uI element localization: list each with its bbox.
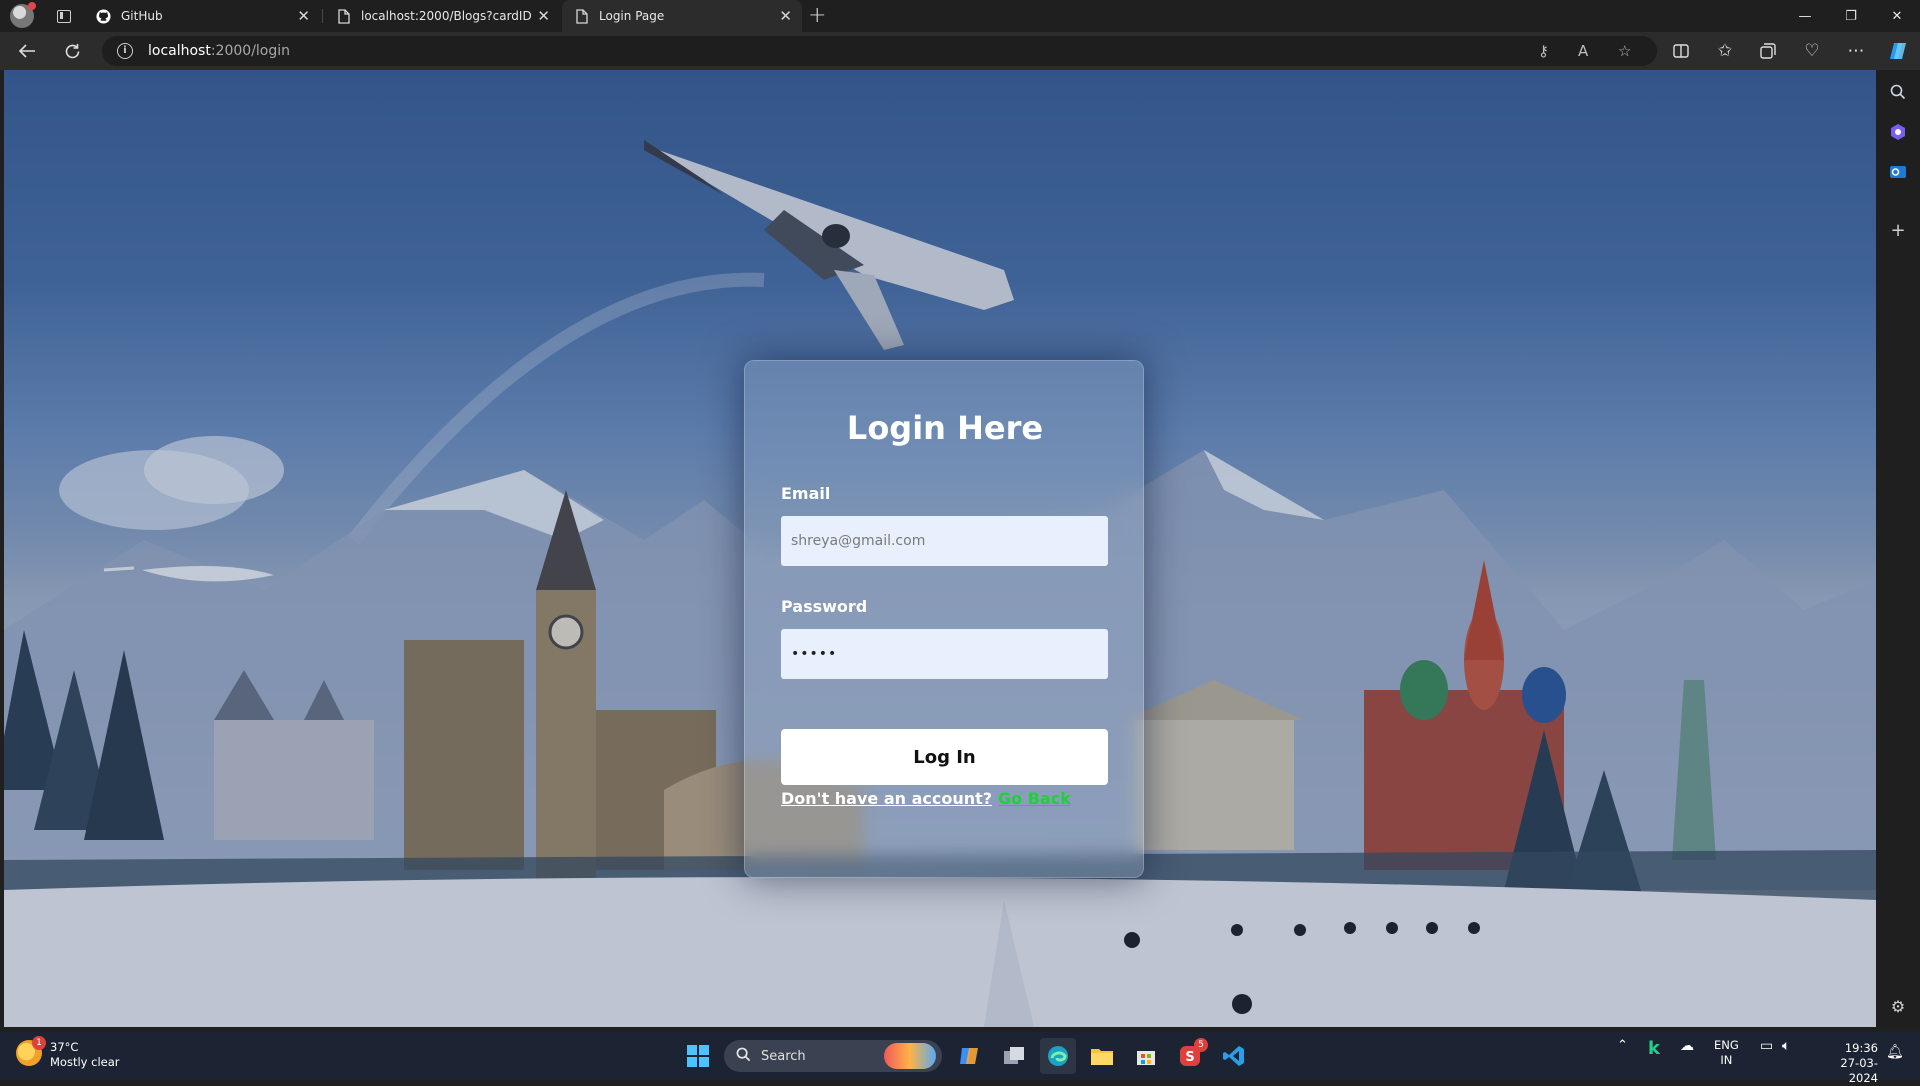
notification-bell-icon[interactable]: 🔔︎: [1886, 1044, 1904, 1060]
key-icon[interactable]: ⚷: [1538, 42, 1549, 60]
browser-sidebar: + ⚙: [1876, 70, 1920, 1027]
site-info-icon[interactable]: i: [117, 43, 133, 59]
search-icon[interactable]: [1888, 82, 1908, 102]
page-background: Login Here Email Password ••••• Log In D…: [4, 70, 1876, 1027]
go-back-link[interactable]: Go Back: [998, 789, 1071, 808]
edge-browser-icon[interactable]: [1040, 1038, 1076, 1074]
url-text[interactable]: localhost:2000/login: [148, 43, 290, 59]
network-icon[interactable]: ▭: [1760, 1038, 1773, 1054]
tab-blogs[interactable]: localhost:2000/Blogs?cardID=66 ✕: [324, 0, 560, 32]
weather-temp: 37°C: [50, 1040, 79, 1054]
page-icon: [336, 8, 351, 24]
login-button[interactable]: Log In: [781, 729, 1108, 785]
taskbar-search[interactable]: Search: [724, 1040, 942, 1072]
outlook-icon[interactable]: [1888, 162, 1908, 182]
signup-prompt-text: Don't have an account?: [781, 789, 993, 808]
onedrive-icon[interactable]: ☁: [1680, 1038, 1694, 1054]
collections-icon[interactable]: [1757, 40, 1779, 62]
clock-time: 19:36: [1844, 1041, 1878, 1055]
weather-widget[interactable]: 1 37°C Mostly clear: [16, 1036, 120, 1070]
more-options-icon[interactable]: ⋯: [1845, 40, 1867, 62]
minimize-button[interactable]: —: [1782, 0, 1828, 32]
clock[interactable]: 19:36 27-03-2024: [1812, 1041, 1878, 1086]
email-input[interactable]: [781, 516, 1108, 566]
email-label: Email: [781, 484, 831, 503]
tab-actions-icon[interactable]: [57, 9, 71, 23]
page-icon: [574, 8, 589, 24]
url-path: :2000/login: [210, 43, 291, 59]
close-tab-icon[interactable]: ✕: [297, 8, 310, 24]
url-host: localhost: [148, 43, 211, 59]
login-form: Login Here Email Password ••••• Log In D…: [744, 360, 1144, 878]
weather-desc: Mostly clear: [50, 1055, 120, 1069]
browser-essentials-icon[interactable]: ♡: [1801, 40, 1823, 62]
svg-text:S: S: [1185, 1050, 1194, 1065]
browser-toolbar: i localhost:2000/login ⚷ A ☆ ✩ ♡ ⋯: [0, 32, 1920, 70]
password-label: Password: [781, 597, 868, 616]
profile-avatar[interactable]: [10, 2, 36, 28]
search-icon: [736, 1047, 751, 1066]
search-highlight-icon: [884, 1043, 936, 1069]
split-screen-icon[interactable]: [1670, 40, 1692, 62]
language-top: ENG: [1714, 1038, 1739, 1052]
signup-prompt: Don't have an account? Go Back: [781, 789, 1071, 808]
tab-login-page[interactable]: Login Page ✕: [562, 0, 802, 32]
skype-icon[interactable]: S 5: [1172, 1038, 1208, 1074]
volume-icon[interactable]: 🔈︎: [1782, 1038, 1790, 1054]
language-indicator[interactable]: ENG IN: [1714, 1038, 1739, 1068]
restore-button[interactable]: ❐: [1828, 0, 1874, 32]
clock-date: 27-03-2024: [1840, 1056, 1878, 1085]
tab-github[interactable]: GitHub ✕: [84, 0, 320, 32]
search-label: Search: [761, 1048, 806, 1064]
github-icon: [96, 8, 111, 24]
address-bar[interactable]: i localhost:2000/login ⚷ A ☆: [102, 36, 1657, 66]
close-tab-icon[interactable]: ✕: [779, 8, 792, 24]
refresh-icon[interactable]: [61, 40, 83, 62]
read-aloud-icon[interactable]: A: [1578, 42, 1588, 60]
show-hidden-icons-chevron-icon[interactable]: ⌃: [1617, 1038, 1628, 1053]
microsoft-store-icon[interactable]: [1128, 1038, 1164, 1074]
skype-badge: 5: [1194, 1038, 1208, 1052]
back-arrow-icon[interactable]: [16, 40, 38, 62]
vscode-icon[interactable]: [1216, 1038, 1252, 1074]
tab-title: Login Page: [599, 9, 665, 23]
tab-title: GitHub: [121, 9, 163, 23]
task-view-icon[interactable]: [996, 1038, 1032, 1074]
login-title: Login Here: [846, 409, 1044, 447]
windows-start-icon[interactable]: [680, 1038, 716, 1074]
windows-taskbar: 1 37°C Mostly clear Search S 5 ⌃ k ☁ ENG…: [0, 1032, 1920, 1085]
tab-title: localhost:2000/Blogs?cardID=66: [361, 9, 533, 23]
taskbar-apps: Search S 5: [680, 1038, 1260, 1074]
new-tab-button[interactable]: +: [808, 3, 826, 28]
file-explorer-icon[interactable]: [1084, 1038, 1120, 1074]
tab-divider: [322, 9, 323, 23]
favorites-icon[interactable]: ✩: [1714, 40, 1736, 62]
language-bottom: IN: [1720, 1053, 1733, 1067]
close-tab-icon[interactable]: ✕: [537, 8, 550, 24]
k-app-tray-icon[interactable]: k: [1648, 1038, 1660, 1059]
copilot-taskbar-icon[interactable]: [952, 1038, 988, 1074]
copilot-sidebar-icon[interactable]: [1888, 122, 1908, 142]
settings-gear-icon[interactable]: ⚙: [1888, 996, 1908, 1016]
add-sidebar-icon[interactable]: +: [1888, 220, 1908, 241]
favorite-star-icon[interactable]: ☆: [1618, 42, 1631, 60]
close-window-button[interactable]: ✕: [1874, 0, 1920, 32]
password-input[interactable]: •••••: [781, 629, 1108, 679]
weather-sun-icon: 1: [16, 1036, 46, 1066]
browser-tab-bar: GitHub ✕ localhost:2000/Blogs?cardID=66 …: [0, 0, 1920, 32]
weather-badge: 1: [32, 1036, 46, 1050]
copilot-icon[interactable]: [1887, 40, 1909, 62]
